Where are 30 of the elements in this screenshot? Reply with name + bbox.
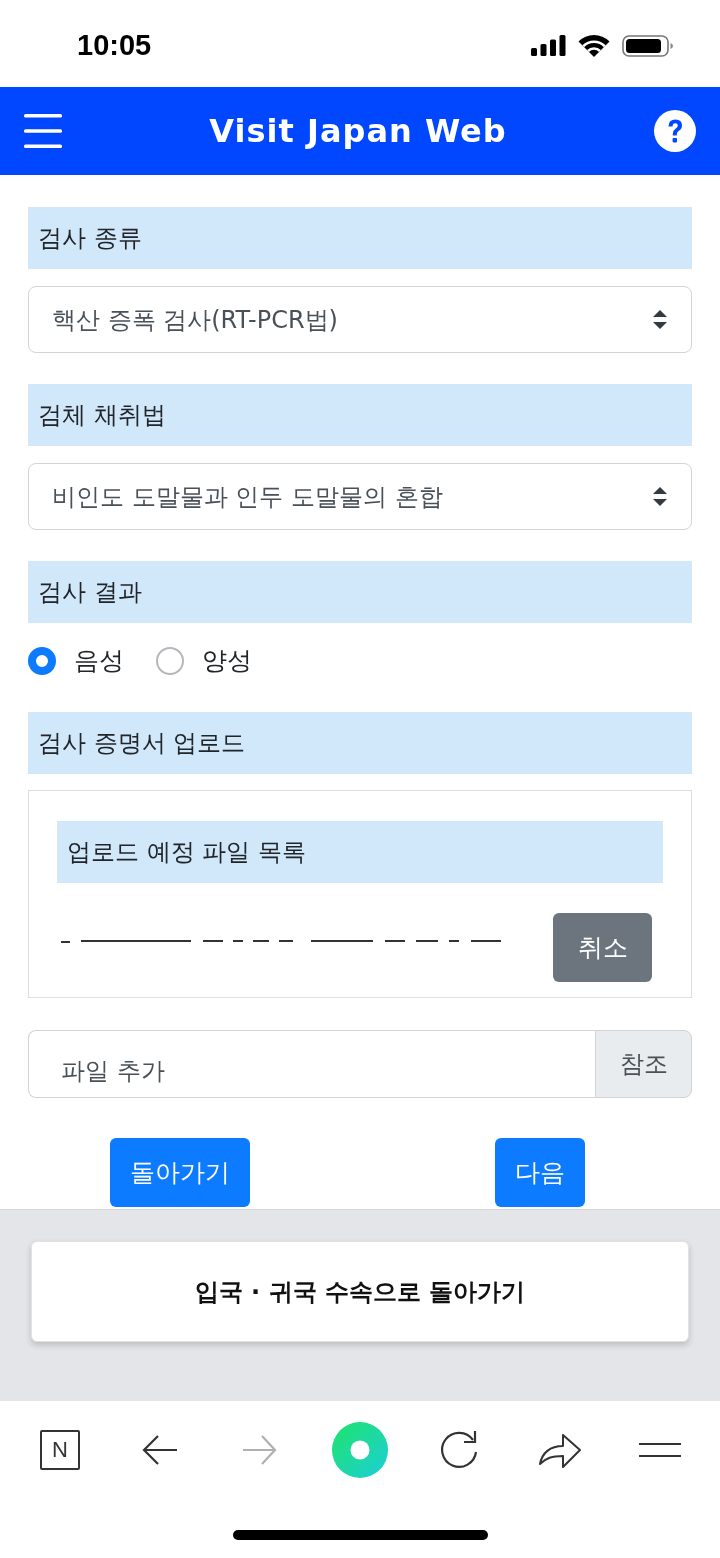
battery-icon (622, 34, 674, 57)
nav-button[interactable]: 돌아가기 (110, 1138, 250, 1207)
up-down-caret-icon (653, 487, 667, 506)
menu-icon[interactable] (639, 1442, 681, 1458)
return-button[interactable]: 입국 · 귀국 수속으로 돌아가기 (31, 1241, 689, 1342)
section-header: 검사 증명서 업로드 (28, 712, 692, 774)
back-arrow-icon[interactable] (142, 1434, 178, 1466)
radio-label[interactable]: 음성 (74, 644, 124, 677)
section-header: 검체 채취법 (28, 384, 692, 446)
file-list-header: 업로드 예정 파일 목록 (57, 821, 663, 883)
nav-button[interactable]: 다음 (495, 1138, 585, 1207)
up-down-caret-icon (653, 310, 667, 329)
section-header: 검사 결과 (28, 561, 692, 623)
signal-icon (531, 35, 566, 56)
tabs-button[interactable]: N (40, 1430, 80, 1470)
dropdown-select[interactable]: 비인도 도말물과 인두 도말물의 혼합 (28, 463, 692, 530)
help-icon[interactable] (654, 110, 696, 152)
section-header: 검사 종류 (28, 207, 692, 269)
file-input-field[interactable]: 파일 추가 (28, 1030, 595, 1098)
menu-icon[interactable] (24, 114, 62, 148)
radio-button[interactable] (156, 646, 184, 675)
share-arrow-icon[interactable] (538, 1431, 582, 1469)
app-title: Visit Japan Web (209, 112, 507, 150)
wifi-icon (578, 34, 610, 57)
cancel-button[interactable]: 취소 (553, 913, 652, 982)
radio-label[interactable]: 양성 (202, 644, 252, 677)
dropdown-select[interactable]: 핵산 증폭 검사(RT-PCR법) (28, 286, 692, 353)
browse-button[interactable]: 참조 (595, 1030, 692, 1098)
radio-button[interactable] (28, 646, 56, 675)
status-time: 10:05 (77, 28, 152, 62)
